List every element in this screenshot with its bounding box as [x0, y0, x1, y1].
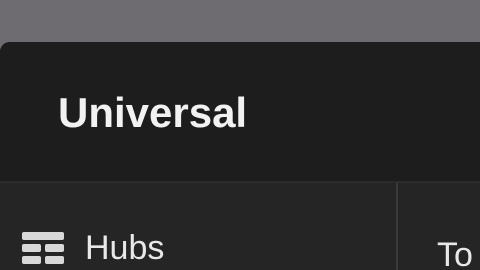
sidebar-item-label: Hubs [85, 229, 165, 267]
sidebar: Hubs [0, 183, 398, 270]
main-partial-label: To [437, 236, 473, 270]
hubs-grid-icon [22, 232, 64, 264]
desktop-background [0, 0, 480, 42]
screen: Universal Hubs To [0, 0, 480, 270]
sidebar-item-hubs[interactable]: Hubs [22, 228, 164, 268]
app-window: Universal Hubs To [0, 42, 480, 270]
app-title: Universal [58, 89, 248, 136]
main-pane: To [398, 183, 480, 270]
app-header: Universal [0, 42, 480, 182]
